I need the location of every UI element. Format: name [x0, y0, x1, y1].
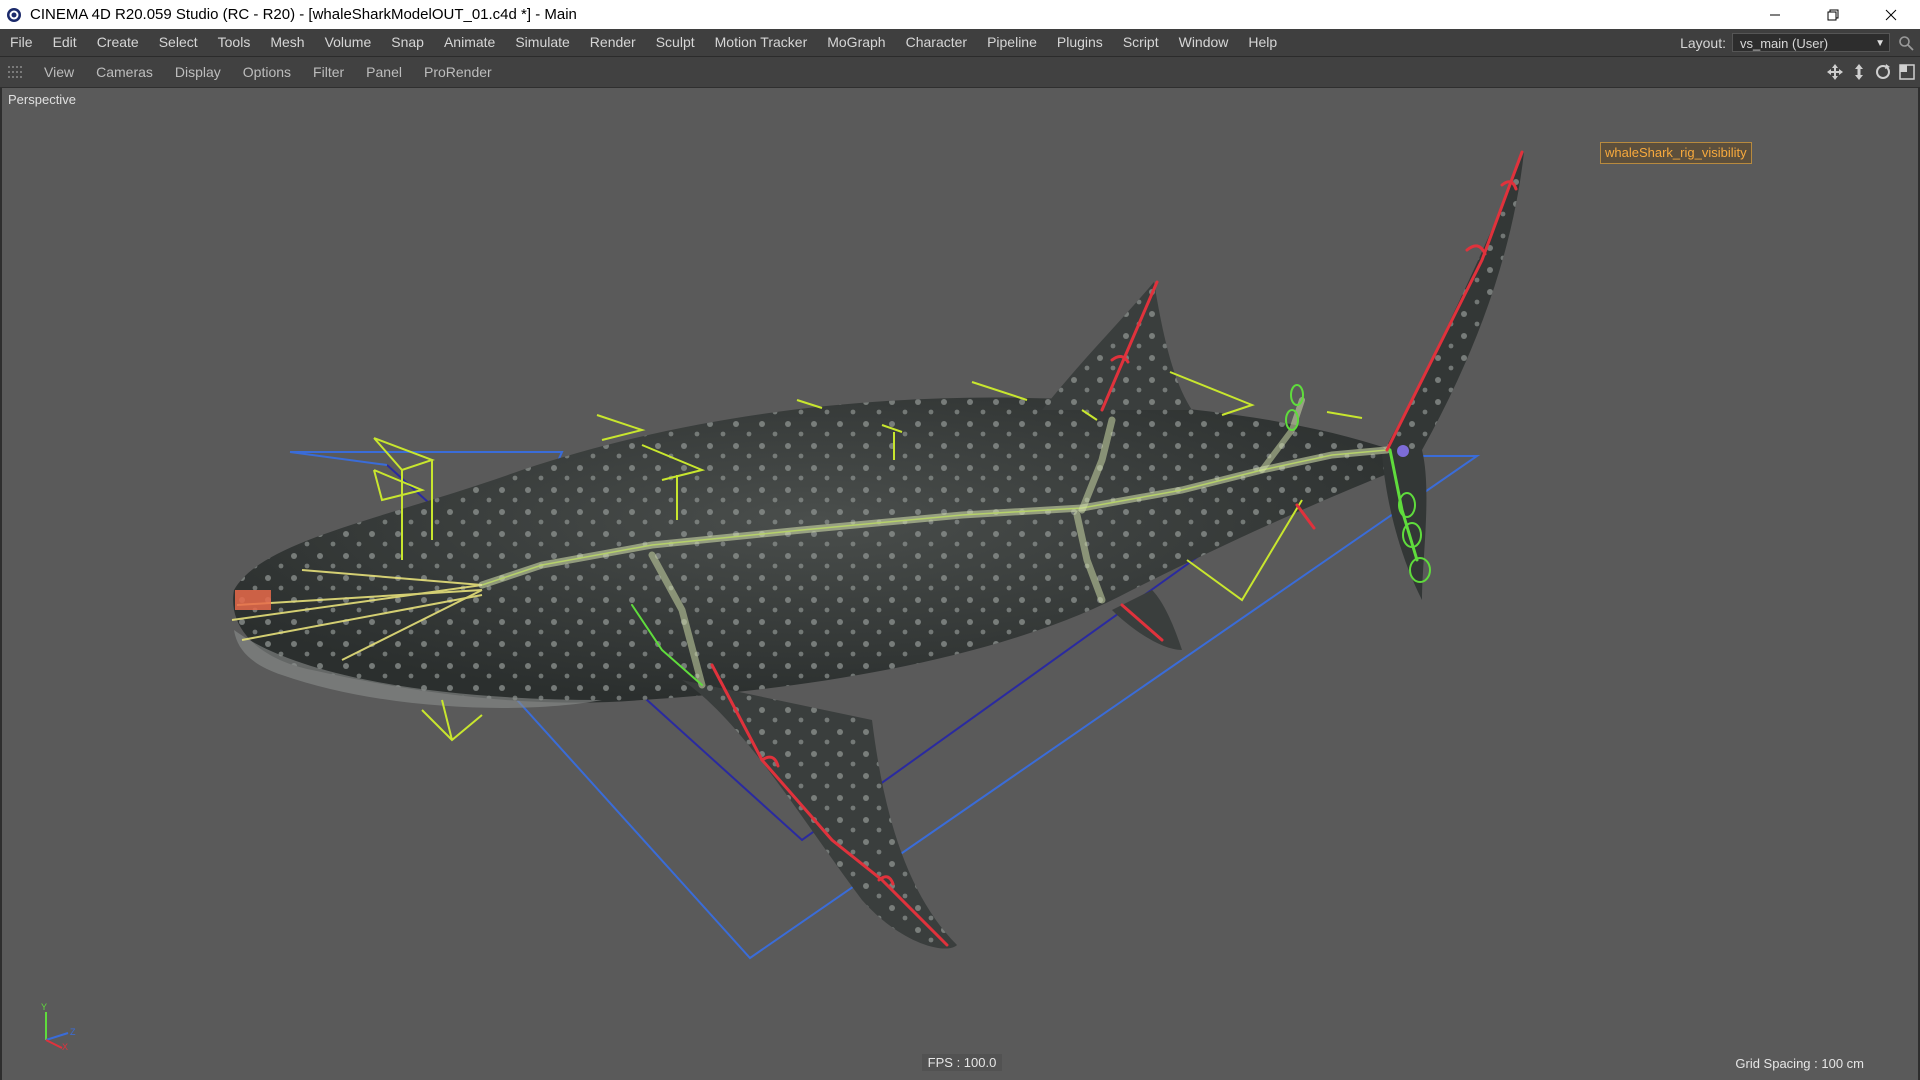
- layout-area: Layout: vs_main (User) ▼: [1680, 29, 1914, 56]
- menu-select[interactable]: Select: [149, 29, 208, 56]
- chevron-down-icon: ▼: [1875, 38, 1885, 49]
- menu-edit[interactable]: Edit: [43, 29, 87, 56]
- menu-render[interactable]: Render: [580, 29, 646, 56]
- menu-window[interactable]: Window: [1169, 29, 1239, 56]
- viewport-menu-bar: View Cameras Display Options Filter Pane…: [0, 57, 1920, 88]
- viewport-menu-filter[interactable]: Filter: [302, 57, 355, 87]
- menu-file[interactable]: File: [0, 29, 43, 56]
- viewport-navigation: [1826, 63, 1916, 81]
- cinema4d-logo-icon: [7, 7, 21, 22]
- menu-tools[interactable]: Tools: [208, 29, 261, 56]
- fps-text: FPS : 100.0: [921, 1054, 1003, 1071]
- perspective-viewport[interactable]: Perspective whaleShark_rig_visibility Y …: [0, 88, 1920, 1080]
- restore-icon: [1827, 9, 1839, 20]
- menu-snap[interactable]: Snap: [381, 29, 434, 56]
- layout-value: vs_main (User): [1740, 36, 1829, 51]
- minimize-button[interactable]: [1746, 0, 1804, 29]
- head-control-marker: [235, 590, 271, 610]
- viewport-menu-panel[interactable]: Panel: [355, 57, 413, 87]
- close-icon: [1885, 9, 1897, 20]
- zoom-view-icon[interactable]: [1850, 63, 1868, 81]
- menu-sculpt[interactable]: Sculpt: [646, 29, 705, 56]
- restore-button[interactable]: [1804, 0, 1862, 29]
- fps-readout: FPS : 100.0: [2, 1054, 1920, 1071]
- viewport-menu-prorender[interactable]: ProRender: [413, 57, 503, 87]
- grid-spacing-readout: Grid Spacing : 100 cm: [1735, 1056, 1864, 1071]
- axis-label-z: Z: [70, 1027, 76, 1037]
- object-label-rig-visibility[interactable]: whaleShark_rig_visibility: [1600, 142, 1752, 164]
- viewport-menu-display[interactable]: Display: [164, 57, 232, 87]
- maximize-view-icon[interactable]: [1898, 63, 1916, 81]
- layout-label: Layout:: [1680, 34, 1726, 51]
- move-view-icon[interactable]: [1826, 63, 1844, 81]
- menu-help[interactable]: Help: [1238, 29, 1287, 56]
- menu-animate[interactable]: Animate: [434, 29, 505, 56]
- search-icon[interactable]: [1898, 35, 1914, 51]
- world-axis-icon: Y Z X: [41, 1002, 76, 1050]
- menu-plugins[interactable]: Plugins: [1047, 29, 1113, 56]
- menu-simulate[interactable]: Simulate: [505, 29, 579, 56]
- axis-label-y: Y: [41, 1002, 47, 1012]
- main-menu-bar: File Edit Create Select Tools Mesh Volum…: [0, 29, 1920, 57]
- viewport-camera-name[interactable]: Perspective: [8, 92, 76, 107]
- grip-handle-icon[interactable]: [7, 64, 23, 80]
- viewport-menu-view[interactable]: View: [33, 57, 85, 87]
- axis-label-x: X: [62, 1042, 68, 1050]
- menu-create[interactable]: Create: [87, 29, 149, 56]
- whale-shark-rig-render[interactable]: [2, 88, 1918, 1080]
- viewport-menu-cameras[interactable]: Cameras: [85, 57, 164, 87]
- window-title: CINEMA 4D R20.059 Studio (RC - R20) - [w…: [30, 6, 577, 23]
- menu-pipeline[interactable]: Pipeline: [977, 29, 1047, 56]
- whale-shark-mesh: [233, 152, 1524, 949]
- menu-mograph[interactable]: MoGraph: [817, 29, 895, 56]
- minimize-icon: [1770, 14, 1780, 15]
- tail-pivot-marker: [1397, 445, 1409, 457]
- menu-motion-tracker[interactable]: Motion Tracker: [705, 29, 818, 56]
- menu-mesh[interactable]: Mesh: [260, 29, 314, 56]
- rotate-view-icon[interactable]: [1874, 63, 1892, 81]
- close-button[interactable]: [1862, 0, 1920, 29]
- layout-dropdown[interactable]: vs_main (User) ▼: [1732, 33, 1890, 52]
- menu-volume[interactable]: Volume: [315, 29, 382, 56]
- viewport-menu-options[interactable]: Options: [232, 57, 302, 87]
- title-bar: CINEMA 4D R20.059 Studio (RC - R20) - [w…: [0, 0, 1920, 29]
- menu-character[interactable]: Character: [896, 29, 977, 56]
- menu-script[interactable]: Script: [1113, 29, 1169, 56]
